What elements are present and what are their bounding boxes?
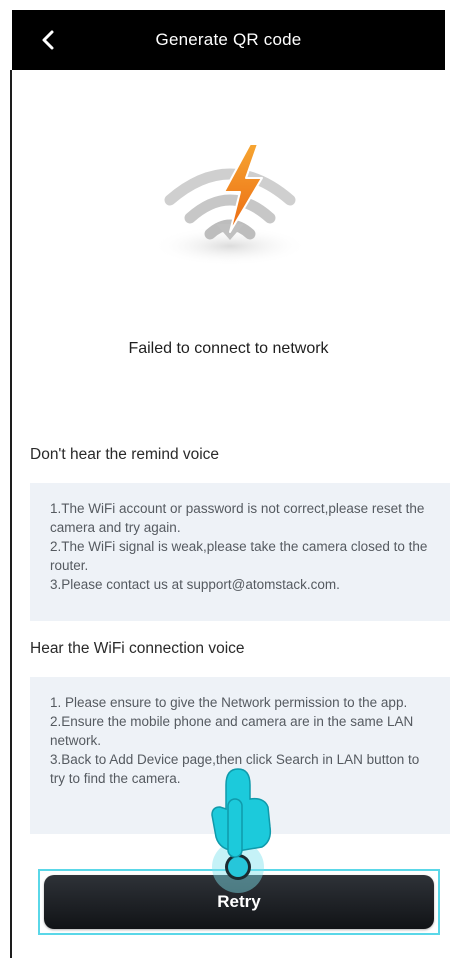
tip-line: 3.Please contact us at support@atomstack…: [50, 577, 340, 592]
wifi-failed-lightning-icon: [152, 143, 308, 266]
tips-box-no-voice: 1.The WiFi account or password is not co…: [30, 483, 450, 621]
retry-button-label: Retry: [217, 892, 261, 911]
tip-line: 1. Please ensure to give the Network per…: [50, 695, 408, 710]
app-screen: Generate QR code Failed to connect to ne…: [0, 0, 457, 958]
retry-button[interactable]: Retry: [44, 875, 434, 929]
tip-line: 2.Ensure the mobile phone and camera are…: [50, 714, 414, 748]
tip-line: 1.The WiFi account or password is not co…: [50, 501, 425, 535]
page-title: Generate QR code: [155, 30, 302, 49]
chevron-left-icon: [42, 30, 54, 50]
section-title-no-voice: Don't hear the remind voice: [30, 446, 220, 463]
tip-line: 2.The WiFi signal is weak,please take th…: [50, 539, 428, 573]
failure-message: Failed to connect to network: [128, 340, 329, 357]
tip-line: 3.Back to Add Device page,then click Sea…: [50, 752, 420, 786]
header-bar: Generate QR code: [12, 10, 445, 70]
left-divider: [10, 70, 12, 958]
section-title-heard-voice: Hear the WiFi connection voice: [30, 640, 245, 657]
tips-box-heard-voice: 1. Please ensure to give the Network per…: [30, 677, 450, 834]
back-button[interactable]: [32, 24, 64, 56]
